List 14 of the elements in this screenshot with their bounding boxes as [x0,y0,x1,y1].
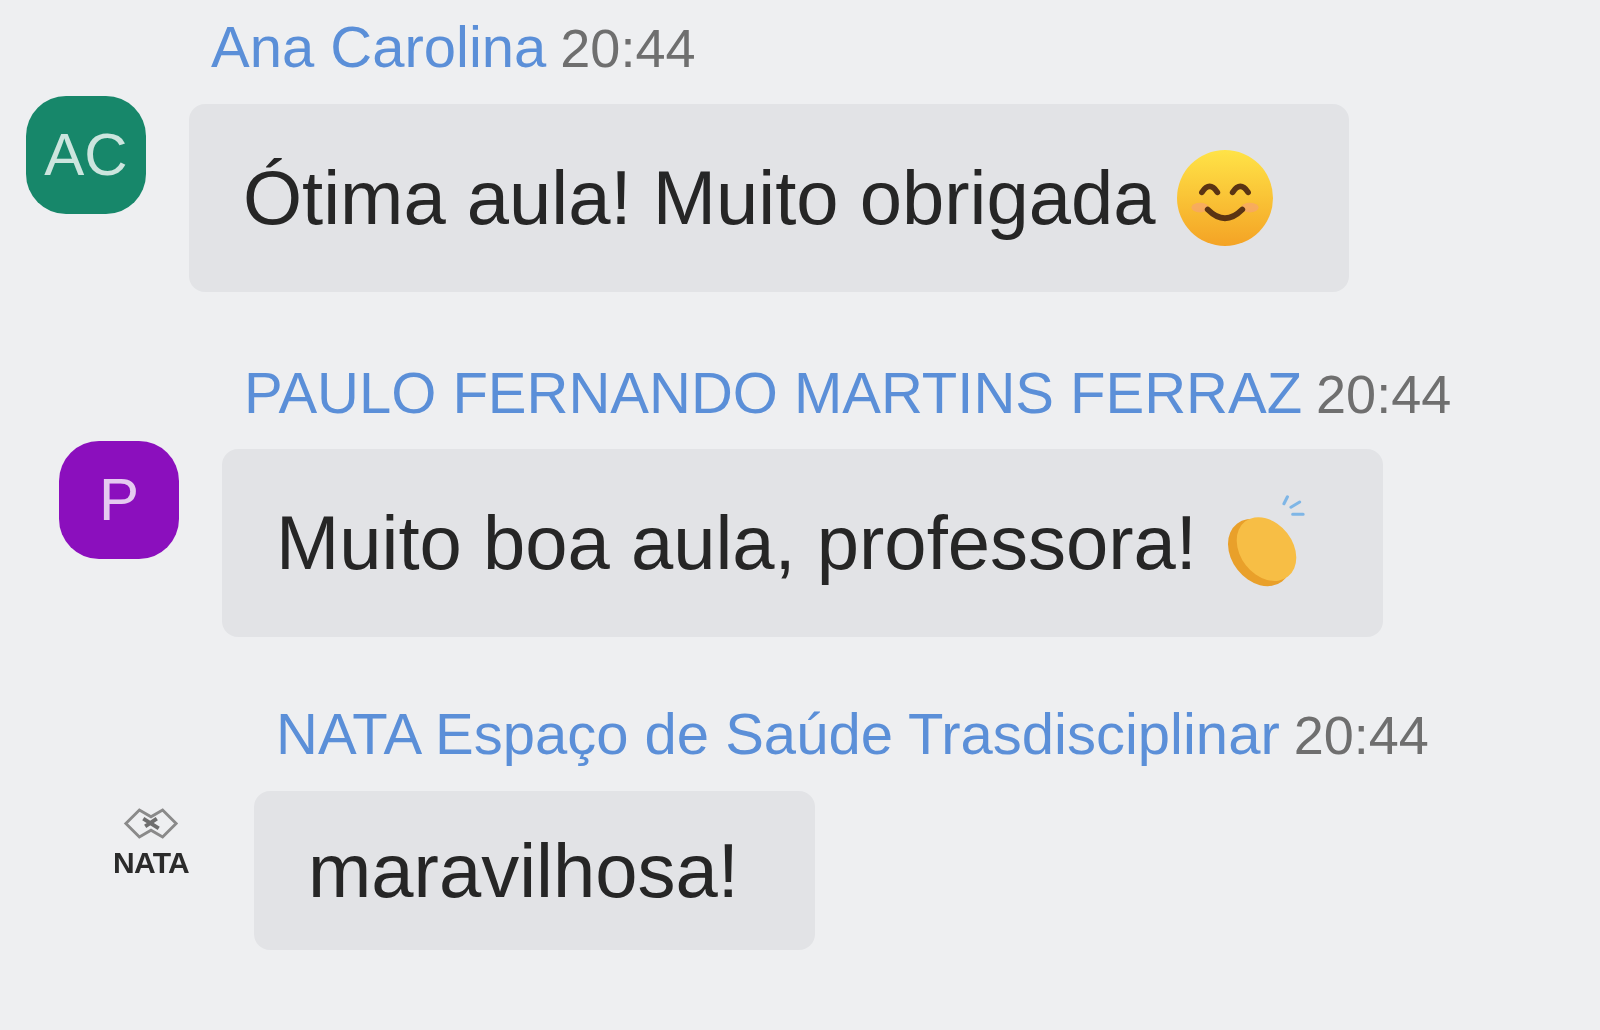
timestamp: 20:44 [1316,362,1452,426]
logo-text: NATA [113,847,189,878]
smiling-face-icon [1177,149,1274,246]
emblem-icon [122,806,180,840]
avatar: AC [26,95,146,214]
message-text: Ótima aula! Muito obrigada [243,153,1156,242]
message-text: Muito boa aula, professora! [276,499,1197,587]
avatar: P [59,441,179,560]
timestamp: 20:44 [1293,704,1429,768]
message-text: maravilhosa! [308,826,739,915]
timestamp: 20:44 [560,17,696,80]
sender-name: NATA Espaço de Saúde Trasdisciplinar [276,700,1280,769]
sender-name: PAULO FERNANDO MARTINS FERRAZ [244,358,1303,427]
sender-name: Ana Carolina [211,13,547,81]
